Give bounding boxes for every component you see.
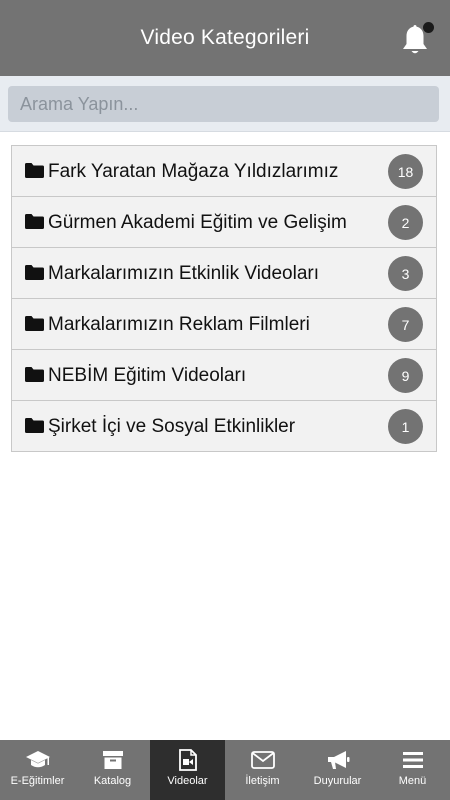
category-label: Markalarımızın Etkinlik Videoları	[48, 263, 320, 284]
page-title: Video Kategorileri	[140, 26, 310, 49]
nav-label: Menü	[398, 775, 427, 787]
category-item[interactable]: Markalarımızın Etkinlik Videoları 3	[12, 248, 436, 299]
notifications-button[interactable]	[400, 22, 434, 62]
video-file-icon	[178, 749, 197, 771]
category-item[interactable]: Fark Yaratan Mağaza Yıldızlarımız 18	[12, 146, 436, 197]
category-label: Şirket İçi ve Sosyal Etkinlikler	[48, 416, 296, 437]
folder-icon	[25, 214, 44, 229]
folder-icon	[25, 418, 44, 433]
nav-e-egitimler[interactable]: E-Eğitimler	[0, 740, 75, 800]
folder-icon	[25, 265, 44, 280]
count-badge: 9	[388, 358, 423, 393]
nav-katalog[interactable]: Katalog	[75, 740, 150, 800]
nav-iletisim[interactable]: İletişim	[225, 740, 300, 800]
count-badge: 1	[388, 409, 423, 444]
bottom-nav: E-Eğitimler Katalog Videolar İletişim Du…	[0, 740, 450, 800]
count-badge: 2	[388, 205, 423, 240]
category-label: Markalarımızın Reklam Filmleri	[48, 314, 310, 335]
folder-icon	[25, 163, 44, 178]
category-list: Fark Yaratan Mağaza Yıldızlarımız 18 Gür…	[11, 145, 437, 452]
app-header: Video Kategorileri	[0, 0, 450, 76]
nav-label: Katalog	[93, 775, 132, 787]
nav-label: Duyurular	[313, 775, 362, 787]
graduation-cap-icon	[25, 751, 50, 768]
nav-menu[interactable]: Menü	[375, 740, 450, 800]
folder-icon	[25, 367, 44, 382]
nav-label: İletişim	[245, 775, 280, 787]
search-bar	[0, 76, 450, 132]
category-item[interactable]: Markalarımızın Reklam Filmleri 7	[12, 299, 436, 350]
app-screen: Video Kategorileri Fark Yaratan Mağaza Y…	[0, 0, 450, 800]
category-item[interactable]: Şirket İçi ve Sosyal Etkinlikler 1	[12, 401, 436, 452]
nav-label: E-Eğitimler	[10, 775, 65, 787]
category-label: Fark Yaratan Mağaza Yıldızlarımız	[48, 161, 339, 182]
archive-box-icon	[102, 751, 123, 769]
category-item[interactable]: Gürmen Akademi Eğitim ve Gelişim 2	[12, 197, 436, 248]
category-label: NEBİM Eğitim Videoları	[48, 365, 247, 386]
search-input[interactable]	[8, 86, 439, 122]
count-badge: 3	[388, 256, 423, 291]
nav-label: Videolar	[167, 775, 208, 787]
category-label: Gürmen Akademi Eğitim ve Gelişim	[48, 212, 347, 233]
nav-videolar[interactable]: Videolar	[150, 740, 225, 800]
hamburger-menu-icon	[402, 752, 423, 768]
folder-icon	[25, 316, 44, 331]
category-item[interactable]: NEBİM Eğitim Videoları 9	[12, 350, 436, 401]
nav-duyurular[interactable]: Duyurular	[300, 740, 375, 800]
envelope-icon	[250, 751, 275, 769]
notification-dot	[423, 22, 434, 33]
megaphone-icon	[327, 751, 349, 769]
count-badge: 18	[388, 154, 423, 189]
count-badge: 7	[388, 307, 423, 342]
